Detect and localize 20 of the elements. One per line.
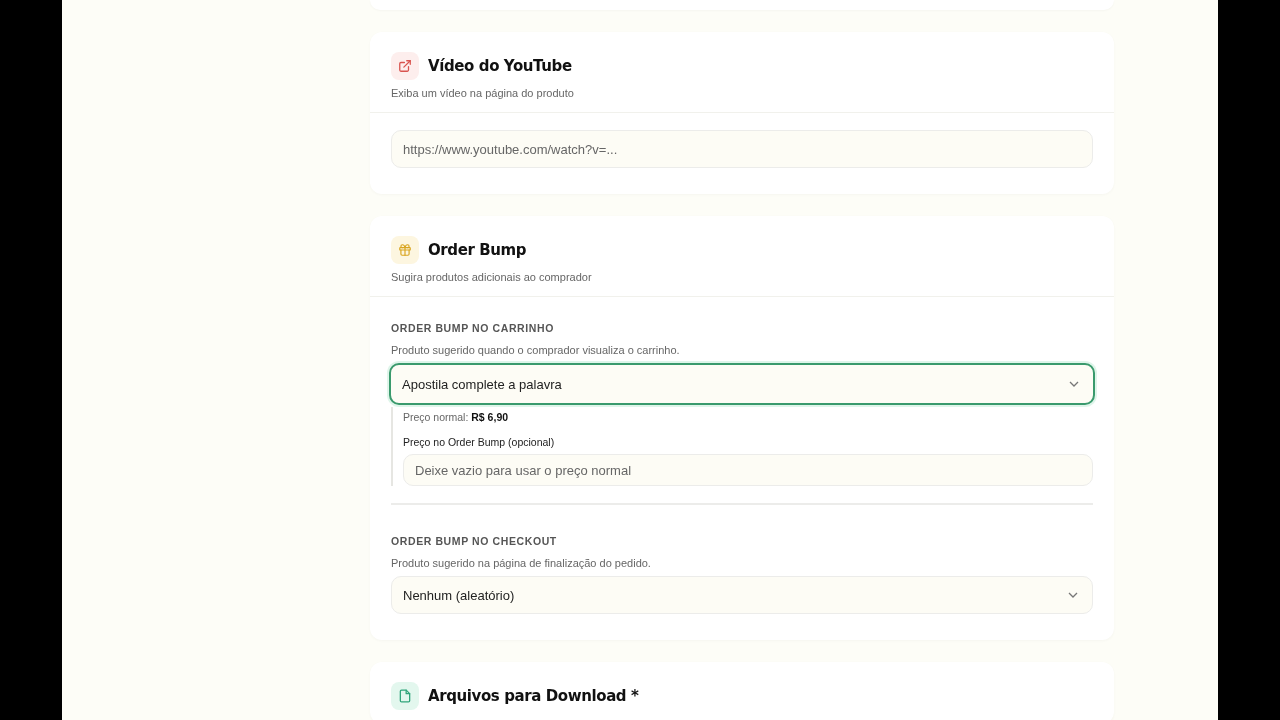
external-link-icon xyxy=(391,52,419,80)
document-icon xyxy=(391,682,419,710)
section-title: Arquivos para Download * xyxy=(428,687,639,705)
field-label: Preço no Order Bump (opcional) xyxy=(403,436,556,448)
gift-icon xyxy=(391,236,419,264)
url-input-field[interactable]: https://www.youtube.com/watch?v=... xyxy=(391,130,1093,168)
chevron-down-icon xyxy=(1069,381,1079,387)
price-input-field[interactable]: Deixe vazio para usar o preço normal xyxy=(403,454,1093,486)
product-select[interactable]: Nenhum (aleatório) xyxy=(391,576,1093,614)
product-select[interactable]: Apostila complete a palavra xyxy=(389,363,1095,405)
section-description: Sugira produtos adicionais ao comprador xyxy=(391,271,593,283)
chevron-down-icon xyxy=(1068,592,1078,598)
section-description: Exiba um vídeo na página do produto xyxy=(391,87,575,99)
field-hint: Produto sugerido na página de finalização do pedido. xyxy=(391,557,652,569)
section-title: Vídeo do YouTube xyxy=(428,57,572,75)
normal-price-text: Preço normal: R$ 6,90 xyxy=(403,411,510,423)
field-hint: Produto sugerido quando o comprador visualiza o carrinho. xyxy=(391,344,681,356)
field-label: ORDER BUMP NO CHECKOUT xyxy=(391,535,558,547)
field-label: ORDER BUMP NO CARRINHO xyxy=(391,322,555,334)
section-title: Order Bump xyxy=(428,241,527,259)
